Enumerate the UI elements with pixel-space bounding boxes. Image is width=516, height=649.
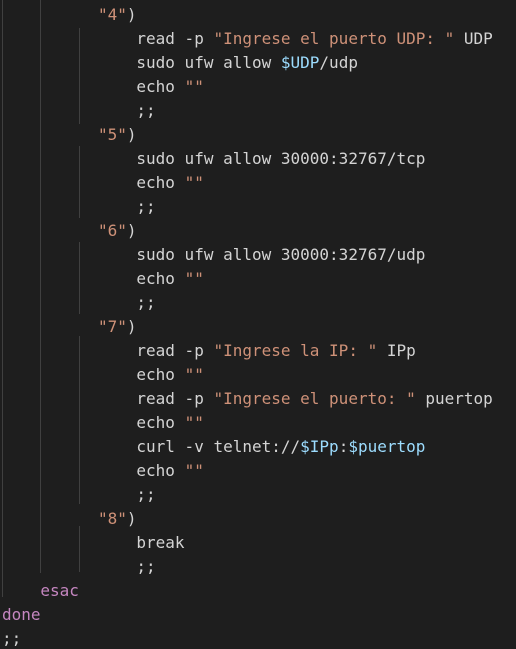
code-line[interactable]: "5"): [98, 123, 137, 147]
code-token: break: [136, 533, 185, 552]
code-token: read -p: [136, 29, 214, 48]
code-line[interactable]: curl -v telnet://$IPp:$puertop: [136, 435, 425, 459]
code-line[interactable]: ;;: [136, 99, 155, 123]
code-editor[interactable]: "4") read -p "Ingrese el puerto UDP: " UD…: [0, 0, 516, 649]
code-token: ): [126, 221, 137, 240]
code-token: $UDP: [280, 53, 320, 72]
code-line[interactable]: sudo ufw allow 30000:32767/tcp: [136, 147, 425, 171]
code-token: ;;: [136, 293, 156, 312]
code-token: ;;: [136, 101, 156, 120]
code-token: curl -v telnet://: [136, 437, 301, 456]
code-token: read -p: [136, 341, 214, 360]
code-token: echo: [136, 413, 185, 432]
code-token: esac: [40, 581, 79, 600]
code-token: ;;: [2, 629, 22, 648]
code-token: ;;: [136, 485, 156, 504]
code-token: ): [126, 509, 137, 528]
code-token: "7": [98, 317, 127, 336]
code-line[interactable]: echo "": [136, 267, 203, 291]
code-line[interactable]: break: [136, 531, 184, 555]
code-line[interactable]: echo "": [136, 411, 203, 435]
code-token: sudo ufw allow 30000:32767/tcp: [136, 149, 426, 168]
code-line[interactable]: "6"): [98, 219, 137, 243]
code-token: "": [184, 461, 204, 480]
code-token: ): [126, 125, 137, 144]
code-token: :: [338, 437, 349, 456]
code-token: "8": [98, 509, 127, 528]
code-line[interactable]: ;;: [136, 195, 155, 219]
code-token: echo: [136, 269, 185, 288]
code-token: read -p: [136, 389, 214, 408]
code-line[interactable]: echo "": [136, 75, 203, 99]
code-line[interactable]: read -p "Ingrese el puerto: " puertop: [136, 387, 492, 411]
code-token: ): [126, 317, 137, 336]
code-token: echo: [136, 77, 185, 96]
code-token: "": [184, 173, 204, 192]
code-token: IPp: [377, 341, 416, 360]
code-line[interactable]: ;;: [2, 627, 21, 649]
code-token: ): [126, 5, 137, 24]
code-token: "Ingrese la IP: ": [213, 341, 378, 360]
code-line[interactable]: sudo ufw allow $UDP/udp: [136, 51, 358, 75]
code-token: "Ingrese el puerto UDP: ": [213, 29, 455, 48]
code-line[interactable]: esac: [40, 579, 79, 603]
code-line[interactable]: read -p "Ingrese el puerto UDP: " UDP: [136, 27, 492, 51]
code-line[interactable]: echo "": [136, 171, 203, 195]
code-token: "4": [98, 5, 127, 24]
code-line[interactable]: ;;: [136, 555, 155, 579]
code-token: echo: [136, 461, 185, 480]
code-token: echo: [136, 173, 185, 192]
code-token: ;;: [136, 557, 156, 576]
code-token: /udp: [319, 53, 358, 72]
code-token: ;;: [136, 197, 156, 216]
code-token: "": [184, 413, 204, 432]
code-line[interactable]: read -p "Ingrese la IP: " IPp: [136, 339, 415, 363]
code-line[interactable]: sudo ufw allow 30000:32767/udp: [136, 243, 425, 267]
code-token: "": [184, 365, 204, 384]
code-token: "": [184, 269, 204, 288]
code-token: "6": [98, 221, 127, 240]
code-token: UDP: [454, 29, 493, 48]
code-token: done: [2, 605, 41, 624]
indent-guide: [79, 242, 80, 314]
code-token: "Ingrese el puerto: ": [213, 389, 416, 408]
code-token: puertop: [415, 389, 493, 408]
code-token: "": [184, 77, 204, 96]
code-line[interactable]: echo "": [136, 363, 203, 387]
code-line[interactable]: ;;: [136, 291, 155, 315]
code-line[interactable]: "4"): [98, 3, 137, 27]
indent-guide: [79, 28, 80, 124]
code-token: "5": [98, 125, 127, 144]
code-line[interactable]: done: [2, 603, 41, 627]
code-token: $puertop: [348, 437, 426, 456]
code-line[interactable]: echo "": [136, 459, 203, 483]
indent-guide: [79, 526, 80, 572]
indent-guide: [2, 0, 3, 597]
indent-guide: [79, 336, 80, 504]
code-line[interactable]: ;;: [136, 483, 155, 507]
indent-guide: [79, 146, 80, 218]
code-line[interactable]: "7"): [98, 315, 137, 339]
code-token: $IPp: [300, 437, 339, 456]
code-token: sudo ufw allow 30000:32767/udp: [136, 245, 426, 264]
code-token: echo: [136, 365, 185, 384]
indent-guide: [40, 0, 41, 573]
code-token: sudo ufw allow: [136, 53, 281, 72]
code-line[interactable]: "8"): [98, 507, 137, 531]
